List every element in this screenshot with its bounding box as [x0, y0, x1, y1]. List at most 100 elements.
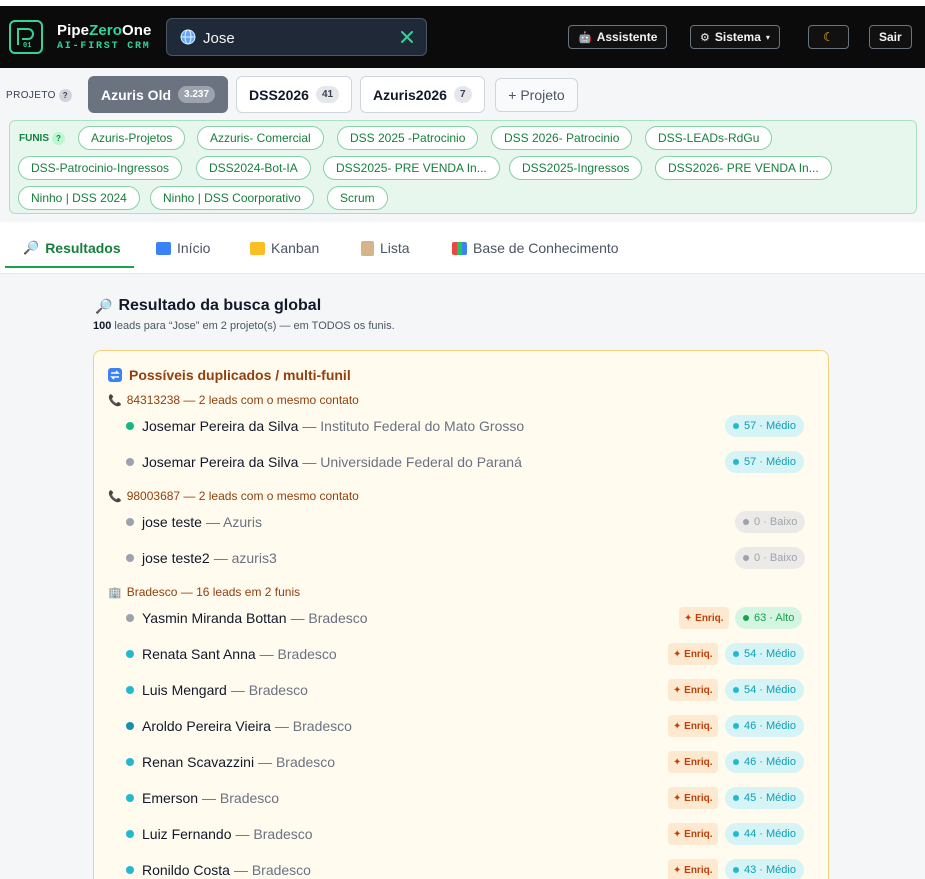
phone-icon: 📞 [108, 394, 122, 407]
lead-org: — Universidade Federal do Paraná [302, 454, 522, 470]
theme-toggle-button[interactable]: ☾ [808, 25, 849, 49]
status-dot [126, 794, 134, 802]
funnel-chip[interactable]: DSS2026- PRE VENDA In... [655, 156, 832, 180]
lead-name[interactable]: Emerson [142, 790, 198, 806]
logout-button[interactable]: Sair [869, 25, 912, 49]
lead-name[interactable]: Yasmin Miranda Bottan [142, 610, 286, 626]
new-badge-icon [156, 241, 171, 255]
logo[interactable]: 01 [9, 20, 43, 54]
funnel-chip[interactable]: DSS 2025 -Patrocinio [337, 126, 479, 150]
funnel-chip[interactable]: Scrum [327, 186, 388, 210]
lead-name[interactable]: Luis Mengard [142, 682, 227, 698]
funnel-chip[interactable]: DSS2025- PRE VENDA In... [323, 156, 500, 180]
lead-org: — azuris3 [213, 550, 277, 566]
funnel-chip[interactable]: DSS-LEADs-RdGu [645, 126, 773, 150]
score-badge: 54 · Médio [725, 643, 804, 665]
tab-resultados[interactable]: 🔎 Resultados [23, 240, 121, 256]
project-tab-dss2026[interactable]: DSS2026 41 [236, 76, 353, 113]
active-tab-underline [5, 266, 134, 268]
enrich-badge[interactable]: ✦ Enriq. [668, 859, 718, 879]
funnel-chip[interactable]: Azzuris- Comercial [197, 126, 324, 150]
gear-icon: ⚙ [700, 31, 710, 44]
duplicates-card: Possíveis duplicados / multi-funil 📞 8431… [93, 350, 829, 879]
duplicate-group-header: 📞 98003687 — 2 leads com o mesmo contato [108, 489, 359, 503]
lead-name[interactable]: Josemar Pereira da Silva [142, 418, 298, 434]
add-project-button[interactable]: + Projeto [495, 78, 578, 112]
books-icon [452, 241, 467, 255]
enrich-badge[interactable]: ✦ Enriq. [668, 715, 718, 737]
tab-kanban[interactable]: Kanban [250, 240, 319, 256]
logo-icon: 01 [17, 28, 34, 49]
top-header: 01 PipeZeroOne AI-FIRST CRM 🤖Assistente … [0, 0, 925, 68]
score-badge: 46 · Médio [725, 715, 804, 737]
status-dot [126, 650, 134, 658]
lead-org: — Bradesco [233, 862, 311, 878]
enrich-badge[interactable]: ✦ Enriq. [668, 787, 718, 809]
brand-tagline: AI-FIRST CRM [57, 41, 151, 52]
score-badge: 46 · Médio [725, 751, 804, 773]
score-badge: 63 · Alto [735, 607, 803, 629]
project-tab-azuris2026[interactable]: Azuris2026 7 [360, 76, 485, 113]
chevron-down-icon: ▾ [765, 32, 770, 42]
enrich-badge[interactable]: ✦ Enriq. [668, 679, 718, 701]
globe-icon [180, 29, 196, 45]
lead-name[interactable]: Renata Sant Anna [142, 646, 256, 662]
building-icon: 🏢 [108, 586, 122, 599]
project-count-badge: 7 [453, 86, 472, 103]
search-input[interactable] [203, 27, 393, 49]
svg-text:01: 01 [23, 42, 31, 49]
project-count-badge: 41 [315, 86, 340, 103]
assistente-button[interactable]: 🤖 Assistente [568, 25, 668, 49]
score-badge: 0 · Baixo [735, 547, 806, 569]
lead-name[interactable]: jose teste2 [142, 550, 210, 566]
enrich-badge[interactable]: ✦ Enriq. [668, 643, 718, 665]
enrich-badge[interactable]: ✦ Enriq. [668, 751, 718, 773]
lead-org: — Bradesco [202, 790, 280, 806]
results-title: 🔎 Resultado da busca global [95, 297, 322, 314]
lead-row[interactable]: Josemar Pereira da Silva — Instituto Fed… [126, 415, 816, 437]
lead-name[interactable]: Aroldo Pereira Vieira [142, 718, 271, 734]
score-badge: 54 · Médio [725, 679, 804, 701]
tab-lista[interactable]: Lista [361, 240, 410, 256]
sistema-button[interactable]: ⚙ Sistema ▾ [690, 25, 780, 49]
lead-name[interactable]: Ronildo Costa [142, 862, 230, 878]
status-dot [126, 758, 134, 766]
status-dot [126, 518, 134, 526]
score-badge: 57 · Médio [725, 415, 804, 437]
lead-name[interactable]: Renan Scavazzini [142, 754, 254, 770]
status-dot [126, 866, 134, 874]
help-icon[interactable]: ? [58, 89, 72, 102]
funnel-chip[interactable]: DSS2024-Bot-IA [196, 156, 311, 180]
lead-name[interactable]: Josemar Pereira da Silva [142, 454, 298, 470]
lead-row[interactable]: jose teste — Azuris [126, 511, 816, 533]
lead-org: — Bradesco [274, 718, 352, 734]
status-dot [126, 722, 134, 730]
funnel-label: FUNIS? [19, 132, 65, 145]
tab-inicio[interactable]: Início [156, 240, 210, 256]
project-tab-azuris-old[interactable]: Azuris Old 3.237 [88, 76, 229, 113]
funnel-chip[interactable]: DSS-Patrocinio-Ingressos [18, 156, 183, 180]
funnel-chip[interactable]: Azuris-Projetos [78, 126, 186, 150]
funnel-chip[interactable]: DSS2025-Ingressos [509, 156, 643, 180]
status-dot [126, 422, 134, 430]
brand-name: PipeZeroOne [57, 22, 152, 39]
clear-search-icon[interactable] [399, 29, 415, 45]
enrich-badge[interactable]: ✦ Enriq. [668, 823, 718, 845]
tab-base-conhecimento[interactable]: Base de Conhecimento [452, 240, 619, 256]
funnel-chip[interactable]: Ninho | DSS 2024 [18, 186, 140, 210]
score-badge: 44 · Médio [725, 823, 804, 845]
help-icon[interactable]: ? [52, 132, 65, 145]
lead-row[interactable]: Josemar Pereira da Silva — Universidade … [126, 451, 816, 473]
lead-org: — Bradesco [258, 754, 336, 770]
global-search [166, 18, 427, 56]
funnel-chip[interactable]: DSS 2026- Patrocinio [491, 126, 633, 150]
lead-org: — Azuris [205, 514, 262, 530]
lead-row[interactable]: jose teste2 — azuris3 [126, 547, 816, 569]
funnel-chip[interactable]: Ninho | DSS Coorporativo [150, 186, 314, 210]
top-strip [0, 0, 925, 6]
lead-name[interactable]: Luiz Fernando [142, 826, 232, 842]
enrich-badge[interactable]: ✦ Enriq. [679, 607, 729, 629]
lead-org: — Bradesco [230, 682, 308, 698]
status-dot [126, 554, 134, 562]
lead-name[interactable]: jose teste [142, 514, 202, 530]
